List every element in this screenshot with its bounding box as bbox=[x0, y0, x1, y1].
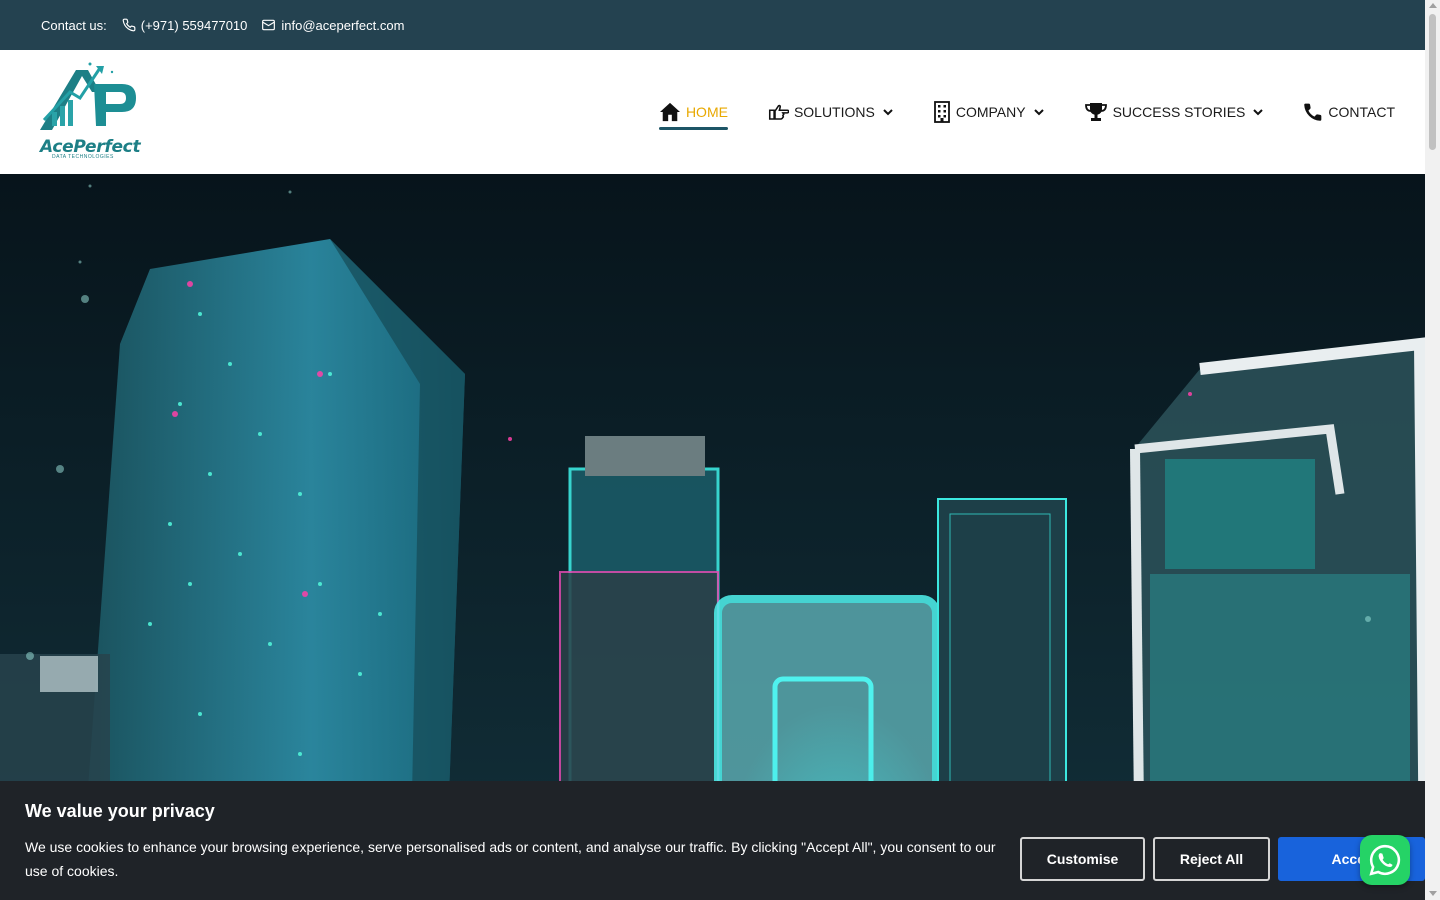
site-logo[interactable]: AcePerfect DATA TECHNOLOGIES bbox=[30, 62, 151, 165]
phone-number: (+971) 559477010 bbox=[140, 17, 248, 33]
logo-tagline: DATA TECHNOLOGIES bbox=[52, 154, 114, 160]
nav-item-home[interactable]: HOME bbox=[658, 96, 728, 130]
cookie-text: We use cookies to enhance your browsing … bbox=[25, 839, 996, 879]
building-icon bbox=[933, 101, 951, 123]
trophy-icon bbox=[1084, 102, 1108, 122]
cookie-consent-banner: We value your privacy We use cookies to … bbox=[0, 781, 1425, 900]
chevron-down-icon bbox=[1033, 108, 1044, 116]
contact-label: Contact us: bbox=[41, 17, 107, 33]
site-header: AcePerfect DATA TECHNOLOGIES HOME SOLUTI… bbox=[0, 50, 1425, 174]
nav-item-solutions[interactable]: SOLUTIONS bbox=[768, 96, 893, 128]
phone-outline-icon bbox=[122, 18, 136, 32]
scrollbar-thumb[interactable] bbox=[1429, 14, 1436, 150]
hand-pointing-icon bbox=[768, 103, 789, 121]
home-icon bbox=[659, 102, 681, 122]
nav-label-company: COMPANY bbox=[955, 104, 1026, 120]
phone-icon bbox=[1303, 102, 1323, 122]
reject-all-button[interactable]: Reject All bbox=[1153, 837, 1270, 881]
scroll-up-arrow-icon[interactable] bbox=[1429, 3, 1437, 8]
chevron-down-icon bbox=[883, 108, 893, 116]
nav-label-success-stories: SUCCESS STORIES bbox=[1112, 104, 1246, 120]
cookie-title: We value your privacy bbox=[25, 801, 215, 821]
nav-item-success-stories[interactable]: SUCCESS STORIES bbox=[1084, 96, 1264, 128]
mail-icon bbox=[262, 19, 276, 31]
nav-item-company[interactable]: COMPANY bbox=[933, 96, 1044, 128]
nav-label-contact: CONTACT bbox=[1328, 104, 1395, 120]
email-address: info@aceperfect.com bbox=[281, 17, 405, 33]
logo-mark-icon bbox=[30, 62, 151, 140]
customise-button[interactable]: Customise bbox=[1020, 837, 1145, 881]
page-scrollbar[interactable] bbox=[1425, 0, 1440, 900]
scroll-down-arrow-icon[interactable] bbox=[1429, 891, 1437, 896]
chevron-down-icon bbox=[1253, 108, 1264, 116]
contact-bar: Contact us: (+971) 559477010 info@aceper… bbox=[0, 0, 1425, 50]
phone-link[interactable]: (+971) 559477010 bbox=[122, 17, 248, 33]
whatsapp-icon bbox=[1369, 844, 1401, 876]
nav-label-solutions: SOLUTIONS bbox=[793, 104, 875, 120]
main-nav: HOME SOLUTIONS COMPANY SUCCESS STORIES C… bbox=[658, 50, 1395, 174]
nav-label-home: HOME bbox=[685, 104, 728, 120]
whatsapp-chat-button[interactable] bbox=[1360, 835, 1410, 885]
nav-item-contact[interactable]: CONTACT bbox=[1303, 96, 1395, 128]
email-link[interactable]: info@aceperfect.com bbox=[261, 18, 404, 33]
